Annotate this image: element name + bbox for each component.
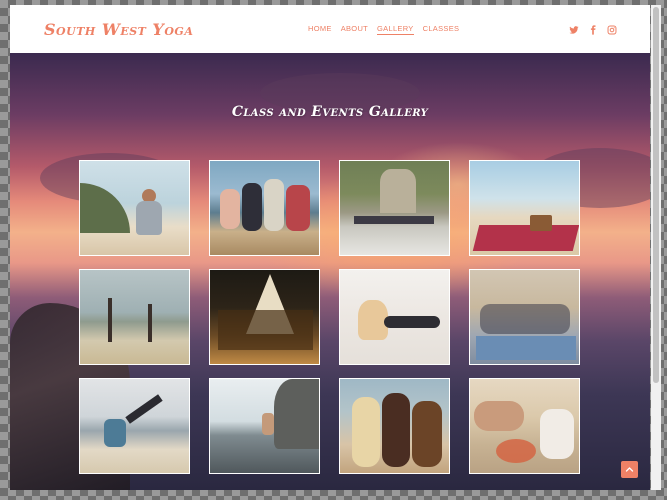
page-scrollbar[interactable] <box>651 5 661 490</box>
gallery-hero: Class and Events Gallery <box>10 53 650 490</box>
gallery-photo-beach-meditation[interactable] <box>79 160 190 256</box>
main-nav: HOME ABOUT GALLERY CLASSES <box>308 24 459 35</box>
gallery-photo-friends-beach[interactable] <box>209 160 320 256</box>
site-brand[interactable]: South West Yoga <box>44 20 193 39</box>
nav-classes-link[interactable]: CLASSES <box>423 24 460 35</box>
gallery-photo-beach-blanket-friends[interactable] <box>469 269 580 365</box>
chevron-up-icon <box>625 461 634 479</box>
gallery-photo-beach-picnic[interactable] <box>469 160 580 256</box>
back-to-top-button[interactable] <box>621 461 638 478</box>
nav-about-link[interactable]: ABOUT <box>341 24 368 35</box>
gallery-photo-boat-pose[interactable] <box>79 378 190 474</box>
gallery-photo-friends-selfie[interactable] <box>339 378 450 474</box>
gallery-title: Class and Events Gallery <box>231 104 429 120</box>
scrollbar-thumb[interactable] <box>653 7 659 383</box>
gallery-photo-rock-meditation[interactable] <box>209 378 320 474</box>
social-links <box>569 22 617 35</box>
nav-home-link[interactable]: HOME <box>308 24 332 35</box>
gallery-photo-teepee-campfire[interactable] <box>209 269 320 365</box>
site-header: South West Yoga HOME ABOUT GALLERY CLASS… <box>10 5 650 53</box>
nav-gallery-link[interactable]: GALLERY <box>377 24 414 35</box>
browser-viewport: South West Yoga HOME ABOUT GALLERY CLASS… <box>10 5 650 490</box>
gallery-photo-beach-poses[interactable] <box>79 269 190 365</box>
gallery-grid <box>79 160 580 474</box>
gallery-photo-group-outdoor-yoga[interactable] <box>339 160 450 256</box>
instagram-icon[interactable] <box>607 22 617 35</box>
facebook-icon[interactable] <box>588 22 598 35</box>
gallery-photo-plank-pose[interactable] <box>339 269 450 365</box>
twitter-icon[interactable] <box>569 22 579 34</box>
gallery-photo-picnic-reading[interactable] <box>469 378 580 474</box>
